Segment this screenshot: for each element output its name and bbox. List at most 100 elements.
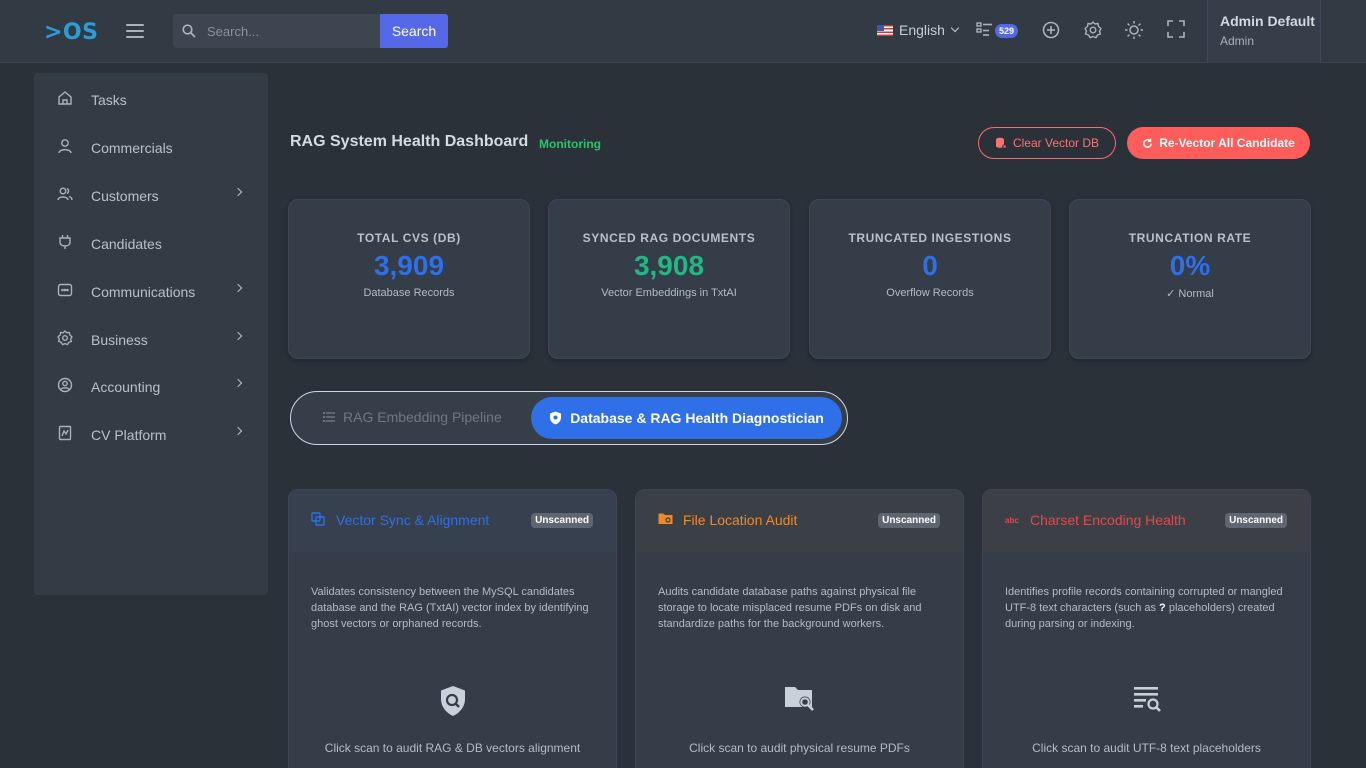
search-input[interactable]: [207, 14, 377, 48]
revector-all-label: Re-Vector All Candidate: [1159, 136, 1295, 150]
users-icon: [57, 187, 73, 201]
status-badge: Monitoring: [539, 137, 601, 151]
status-badge: Unscanned: [878, 513, 940, 528]
refresh-icon: [1143, 138, 1153, 148]
sidebar-item-label: Candidates: [91, 236, 162, 252]
card-header: abc Charset Encoding Health Unscanned: [983, 490, 1310, 552]
stat-card-total-cvs: TOTAL CVS (DB) 3,909 Database Records: [288, 199, 530, 359]
sidebar-item-label: Commercials: [91, 140, 173, 156]
sidebar-item-label: CV Platform: [91, 427, 167, 443]
shield-icon: [550, 411, 562, 425]
page-title: RAG System Health Dashboard: [290, 133, 529, 150]
text-search-icon: [983, 685, 1310, 718]
database-icon: [995, 137, 1007, 149]
sidebar-item-label: Communications: [91, 284, 196, 300]
sidebar-item-customers[interactable]: Customers: [34, 173, 268, 213]
sidebar-item-commercials[interactable]: Commercials: [34, 125, 268, 165]
chevron-down-icon: [950, 23, 960, 33]
user-name: Admin Default: [1220, 13, 1315, 29]
chat-icon: [57, 283, 73, 297]
stat-label: TRUNCATION RATE: [1128, 231, 1252, 245]
copy-icon: [311, 512, 325, 526]
description-placeholder-mark: ?: [1159, 602, 1166, 614]
folder-icon: [658, 513, 673, 524]
search-button[interactable]: Search: [380, 14, 448, 48]
tab-label: RAG Embedding Pipeline: [343, 409, 502, 425]
stat-subtitle: Overflow Records: [886, 287, 974, 299]
card-title: Vector Sync & Alignment: [336, 512, 490, 528]
sidebar-item-cv-platform[interactable]: CV Platform: [34, 412, 268, 452]
svg-text:abc: abc: [1005, 516, 1019, 525]
language-label: English: [899, 22, 945, 38]
sidebar-item-communications[interactable]: Communications: [34, 269, 268, 309]
chevron-right-icon: [233, 187, 243, 197]
card-vector-sync: Vector Sync & Alignment Unscanned Valida…: [288, 489, 617, 768]
sidebar-item-business[interactable]: Business: [34, 317, 268, 357]
status-badge: Unscanned: [531, 513, 593, 528]
card-description: Audits candidate database paths against …: [658, 586, 922, 630]
tab-rag-embedding-pipeline[interactable]: RAG Embedding Pipeline: [323, 409, 502, 425]
search-box: [173, 14, 381, 48]
clear-vector-db-button[interactable]: Clear Vector DB: [978, 127, 1116, 159]
card-file-location-audit: File Location Audit Unscanned Audits can…: [635, 489, 964, 768]
user-icon: [58, 139, 72, 154]
sidebar-item-tasks[interactable]: Tasks: [34, 77, 268, 117]
chevron-right-icon: [233, 378, 243, 388]
stat-label: SYNCED RAG DOCUMENTS: [582, 231, 756, 245]
app-logo[interactable]: >OS: [44, 20, 98, 45]
sidebar-item-label: Customers: [91, 188, 159, 204]
clear-vector-db-label: Clear Vector DB: [1012, 136, 1100, 150]
card-description: Identifies profile records containing co…: [1005, 584, 1295, 632]
card-charset-encoding: abc Charset Encoding Health Unscanned Id…: [982, 489, 1311, 768]
stat-label: TOTAL CVS (DB): [357, 231, 461, 245]
stat-value: 0: [922, 250, 938, 281]
stat-card-truncation-rate: TRUNCATION RATE 0% ✓ Normal: [1069, 199, 1311, 359]
sidebar-item-label: Tasks: [91, 92, 127, 108]
card-hint: Click scan to audit UTF-8 text placehold…: [1032, 741, 1261, 755]
list-icon: [323, 412, 335, 422]
stat-value: 3,908: [633, 250, 705, 281]
stat-value: 0%: [1169, 250, 1211, 281]
stat-subtitle: Database Records: [363, 287, 455, 299]
add-circle-icon[interactable]: [1041, 20, 1063, 42]
stat-card-synced-documents: SYNCED RAG DOCUMENTS 3,908 Vector Embedd…: [548, 199, 790, 359]
sidebar-item-candidates[interactable]: Candidates: [34, 221, 268, 261]
abc-spell-icon: abc: [1005, 516, 1019, 525]
menu-toggle-icon[interactable]: [126, 24, 144, 38]
view-tabs: RAG Embedding Pipeline Database & RAG He…: [290, 391, 848, 445]
language-selector[interactable]: English: [877, 22, 960, 38]
tab-label: Database & RAG Health Diagnostician: [570, 410, 824, 426]
user-role: Admin: [1220, 34, 1255, 48]
tab-health-diagnostician[interactable]: Database & RAG Health Diagnostician: [531, 397, 842, 439]
task-count-badge: 529: [995, 24, 1019, 38]
card-header: Vector Sync & Alignment Unscanned: [289, 490, 616, 552]
card-title: File Location Audit: [683, 512, 798, 528]
home-icon: [58, 91, 72, 105]
sidebar-item-label: Accounting: [91, 379, 161, 395]
fullscreen-icon[interactable]: [1167, 20, 1189, 42]
chevron-right-icon: [233, 426, 243, 436]
user-menu[interactable]: Admin Default Admin: [1207, 0, 1321, 63]
account-icon: [57, 377, 73, 393]
revector-all-button[interactable]: Re-Vector All Candidate: [1127, 127, 1310, 159]
us-flag-icon: [877, 24, 893, 36]
shield-search-icon: [289, 685, 616, 722]
theme-sun-icon[interactable]: [1124, 20, 1146, 42]
gear-icon: [57, 330, 73, 346]
settings-gear-icon[interactable]: [1083, 20, 1105, 42]
folder-search-icon: [636, 685, 963, 718]
stat-subtitle: Vector Embeddings in TxtAI: [601, 287, 737, 299]
card-description: Validates consistency between the MySQL …: [311, 586, 589, 630]
plug-icon: [59, 235, 71, 249]
stat-subtitle: ✓ Normal: [1166, 288, 1214, 300]
top-bar: >OS Search English 529 Admin Default Adm…: [0, 0, 1366, 63]
stat-value: 3,909: [373, 250, 445, 281]
chevron-right-icon: [233, 331, 243, 341]
chevron-right-icon: [233, 283, 243, 293]
sidebar-item-label: Business: [91, 332, 148, 348]
sidebar-item-accounting[interactable]: Accounting: [34, 364, 268, 404]
sidebar: Tasks Commercials Customers Candidates C…: [34, 73, 268, 595]
card-hint: Click scan to audit physical resume PDFs: [689, 741, 910, 755]
card-hint: Click scan to audit RAG & DB vectors ali…: [324, 741, 581, 755]
stat-card-truncated-ingestions: TRUNCATED INGESTIONS 0 Overflow Records: [809, 199, 1051, 359]
